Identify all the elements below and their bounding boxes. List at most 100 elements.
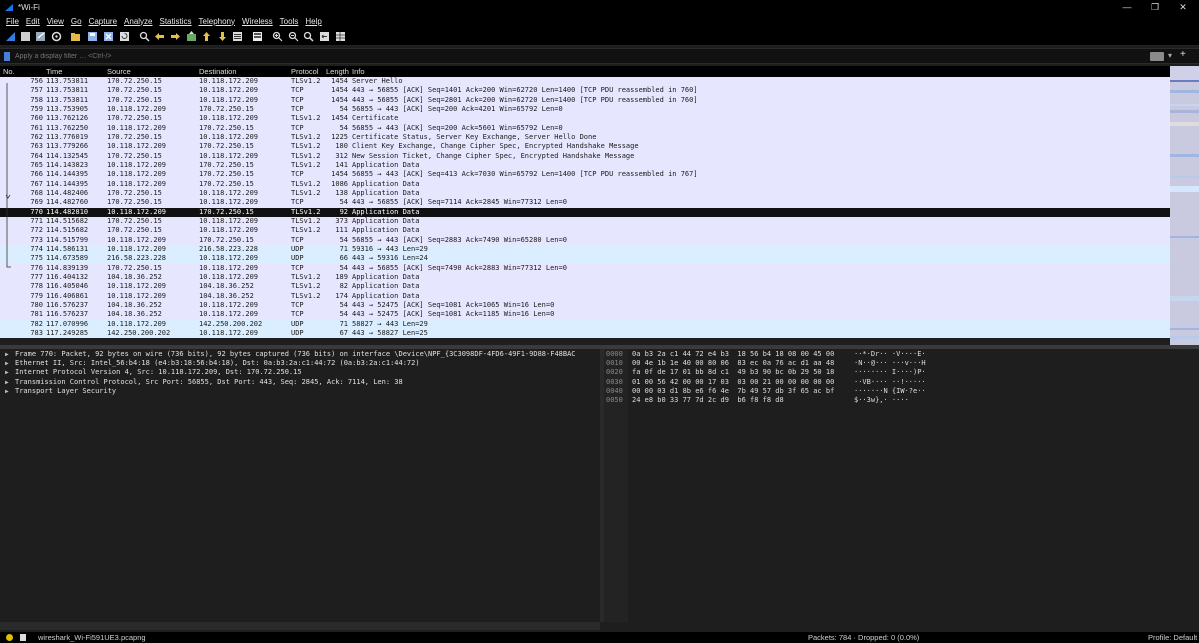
expand-arrow-icon[interactable]: ▶ bbox=[5, 387, 9, 396]
hex-row[interactable]: 0040 00 00 03 d1 8b e6 f6 4e 7b 49 57 db … bbox=[604, 387, 1199, 396]
minimize-icon[interactable]: — bbox=[1113, 0, 1141, 14]
packet-bytes-pane[interactable]: 0000 0a b3 2a c1 44 72 e4 b3 18 56 b4 18 … bbox=[604, 349, 1199, 622]
column-protocol[interactable]: Protocol bbox=[291, 67, 319, 76]
tcp-tree-item[interactable]: ▶ Transmission Control Protocol, Src Port… bbox=[0, 378, 600, 387]
menu-telephony[interactable]: Telephony bbox=[199, 17, 235, 26]
column-source[interactable]: Source bbox=[107, 67, 131, 76]
packet-row[interactable]: 783 117.249285 142.250.200.202 10.118.172.2… bbox=[0, 328, 1170, 339]
back-arrow-icon[interactable] bbox=[154, 31, 165, 42]
packet-row[interactable]: 769 114.482760 170.72.250.15 10.118.172.209… bbox=[0, 198, 1170, 208]
ethernet-tree-item[interactable]: ▶ Ethernet II, Src: Intel_56:b4:18 (e4:b3… bbox=[0, 359, 600, 368]
horizontal-scrollbar[interactable] bbox=[0, 622, 600, 630]
packet-row[interactable]: 774 114.586131 10.118.172.209 216.58.223.22… bbox=[0, 244, 1170, 255]
ipv4-tree-item[interactable]: ▶ Internet Protocol Version 4, Src: 10.11… bbox=[0, 368, 600, 377]
find-icon[interactable] bbox=[139, 31, 150, 42]
packet-row[interactable]: 780 116.576237 104.18.36.252 10.118.172.209… bbox=[0, 300, 1170, 311]
packet-row[interactable]: 767 114.144395 10.118.172.209 170.72.250.15… bbox=[0, 179, 1170, 189]
column-destination[interactable]: Destination bbox=[199, 67, 237, 76]
packet-list[interactable]: 756 113.753811 170.72.250.15 10.118.172.209… bbox=[0, 77, 1170, 345]
close-icon[interactable]: ✕ bbox=[1169, 0, 1197, 14]
packet-row[interactable]: 756 113.753811 170.72.250.15 10.118.172.209… bbox=[0, 77, 1170, 87]
packet-row[interactable]: 758 113.753811 170.72.250.15 10.118.172.209… bbox=[0, 95, 1170, 105]
intelligent-scrollbar[interactable] bbox=[1170, 66, 1199, 345]
zoom-in-icon[interactable] bbox=[272, 31, 283, 42]
resize-columns-icon[interactable] bbox=[319, 31, 330, 42]
autoscroll-icon[interactable] bbox=[232, 31, 243, 42]
packet-row[interactable]: 775 114.673589 216.58.223.228 10.118.172.20… bbox=[0, 254, 1170, 264]
stop-icon[interactable] bbox=[20, 31, 31, 42]
packet-row[interactable]: 778 116.405046 10.118.172.209 104.18.36.252… bbox=[0, 282, 1170, 292]
open-folder-icon[interactable] bbox=[70, 31, 81, 42]
menu-help[interactable]: Help bbox=[305, 17, 321, 26]
packet-row[interactable]: 762 113.776019 170.72.250.15 10.118.172.209… bbox=[0, 132, 1170, 143]
hex-row[interactable]: 0020 fa 0f de 17 01 bb 8d c1 49 b3 90 bc … bbox=[604, 368, 1199, 377]
save-icon[interactable] bbox=[87, 31, 98, 42]
close-file-icon[interactable] bbox=[103, 31, 114, 42]
menu-tools[interactable]: Tools bbox=[280, 17, 299, 26]
menu-wireless[interactable]: Wireless bbox=[242, 17, 273, 26]
packet-row[interactable]: 760 113.762126 170.72.250.15 10.118.172.209… bbox=[0, 114, 1170, 124]
packet-row[interactable]: 782 117.070996 10.118.172.209 142.250.200.2… bbox=[0, 319, 1170, 329]
packet-row[interactable]: 761 113.762250 10.118.172.209 170.72.250.15… bbox=[0, 123, 1170, 133]
hex-row[interactable]: 0050 24 e8 b0 33 77 7d 2c d9 b6 f8 f8 d8 $… bbox=[604, 396, 1199, 405]
forward-arrow-icon[interactable] bbox=[170, 31, 181, 42]
expand-arrow-icon[interactable]: ▶ bbox=[5, 359, 9, 368]
packet-row[interactable]: 773 114.515799 10.118.172.209 170.72.250.15… bbox=[0, 235, 1170, 245]
menu-capture[interactable]: Capture bbox=[89, 17, 117, 26]
hex-row[interactable]: 0030 01 00 56 42 00 00 17 03 03 00 21 00 … bbox=[604, 378, 1199, 387]
menu-analyze[interactable]: Analyze bbox=[124, 17, 152, 26]
packet-row[interactable]: 768 114.482406 170.72.250.15 10.118.172.209… bbox=[0, 188, 1170, 199]
packet-row[interactable]: 771 114.515682 170.72.250.15 10.118.172.209… bbox=[0, 216, 1170, 227]
expand-arrow-icon[interactable]: ▶ bbox=[5, 378, 9, 387]
zoom-reset-icon[interactable] bbox=[303, 31, 314, 42]
frame-tree-item[interactable]: ▶ Frame 770: Packet, 92 bytes on wire (73… bbox=[0, 350, 600, 359]
menu-view[interactable]: View bbox=[47, 17, 64, 26]
colorize-icon[interactable] bbox=[252, 31, 263, 42]
column-no[interactable]: No. bbox=[3, 67, 15, 76]
expand-arrow-icon[interactable]: ▶ bbox=[5, 350, 9, 359]
profile-label[interactable]: Profile: Default bbox=[1148, 633, 1197, 642]
packet-row[interactable]: 770 114.482810 10.118.172.209 170.72.250.15… bbox=[0, 207, 1170, 217]
bookmark-icon[interactable] bbox=[4, 52, 10, 61]
last-packet-icon[interactable] bbox=[217, 31, 228, 42]
expert-info-icon[interactable] bbox=[6, 634, 13, 641]
restart-icon[interactable] bbox=[35, 31, 46, 42]
display-filter-input[interactable] bbox=[13, 50, 1143, 63]
packet-row[interactable]: 764 114.132545 170.72.250.15 10.118.172.209… bbox=[0, 151, 1170, 161]
goto-packet-icon[interactable] bbox=[186, 31, 197, 42]
capture-comment-icon[interactable] bbox=[20, 634, 26, 641]
column-time[interactable]: Time bbox=[46, 67, 62, 76]
packet-source: 10.118.172.209 bbox=[107, 142, 167, 151]
packet-row[interactable]: 757 113.753811 170.72.250.15 10.118.172.209… bbox=[0, 86, 1170, 96]
hex-row[interactable]: 0000 0a b3 2a c1 44 72 e4 b3 18 56 b4 18 … bbox=[604, 350, 1199, 359]
first-packet-icon[interactable] bbox=[201, 31, 212, 42]
shark-fin-start-icon[interactable] bbox=[5, 31, 16, 42]
menu-file[interactable]: File bbox=[6, 17, 19, 26]
maximize-icon[interactable]: ❐ bbox=[1141, 0, 1169, 14]
tls-tree-item[interactable]: ▶ Transport Layer Security bbox=[0, 387, 600, 396]
packet-row[interactable]: 766 114.144395 10.118.172.209 170.72.250.15… bbox=[0, 170, 1170, 180]
packet-row[interactable]: 777 116.404132 104.18.36.252 10.118.172.209… bbox=[0, 272, 1170, 283]
zoom-out-icon[interactable] bbox=[288, 31, 299, 42]
apply-filter-arrow-icon[interactable] bbox=[1150, 52, 1164, 61]
expand-arrow-icon[interactable]: ▶ bbox=[5, 368, 9, 377]
filter-dropdown-icon[interactable]: ▾ bbox=[1168, 51, 1172, 60]
packet-row[interactable]: 763 113.779266 10.118.172.209 170.72.250.15… bbox=[0, 142, 1170, 152]
packet-details-pane[interactable]: ▶ Frame 770: Packet, 92 bytes on wire (73… bbox=[0, 349, 600, 622]
options-gear-icon[interactable] bbox=[51, 31, 62, 42]
packet-row[interactable]: 776 114.839139 170.72.250.15 10.118.172.209… bbox=[0, 263, 1170, 273]
packet-row[interactable]: 765 114.143823 10.118.172.209 170.72.250.15… bbox=[0, 160, 1170, 171]
column-length[interactable]: Length bbox=[326, 67, 349, 76]
packet-row[interactable]: 772 114.515682 170.72.250.15 10.118.172.209… bbox=[0, 226, 1170, 236]
hex-row[interactable]: 0010 00 4e 1b 1e 40 00 80 06 83 ec 0a 76 … bbox=[604, 359, 1199, 368]
packet-row[interactable]: 779 116.406861 10.118.172.209 104.18.36.252… bbox=[0, 291, 1170, 301]
add-filter-button[interactable]: + bbox=[1180, 49, 1186, 60]
menu-edit[interactable]: Edit bbox=[26, 17, 40, 26]
menu-go[interactable]: Go bbox=[71, 17, 82, 26]
layout-icon[interactable] bbox=[335, 31, 346, 42]
packet-row[interactable]: 759 113.753905 10.118.172.209 170.72.250.15… bbox=[0, 104, 1170, 115]
menu-statistics[interactable]: Statistics bbox=[160, 17, 192, 26]
column-info[interactable]: Info bbox=[352, 67, 365, 76]
packet-row[interactable]: 781 116.576237 104.18.36.252 10.118.172.209… bbox=[0, 310, 1170, 320]
reload-icon[interactable] bbox=[119, 31, 130, 42]
